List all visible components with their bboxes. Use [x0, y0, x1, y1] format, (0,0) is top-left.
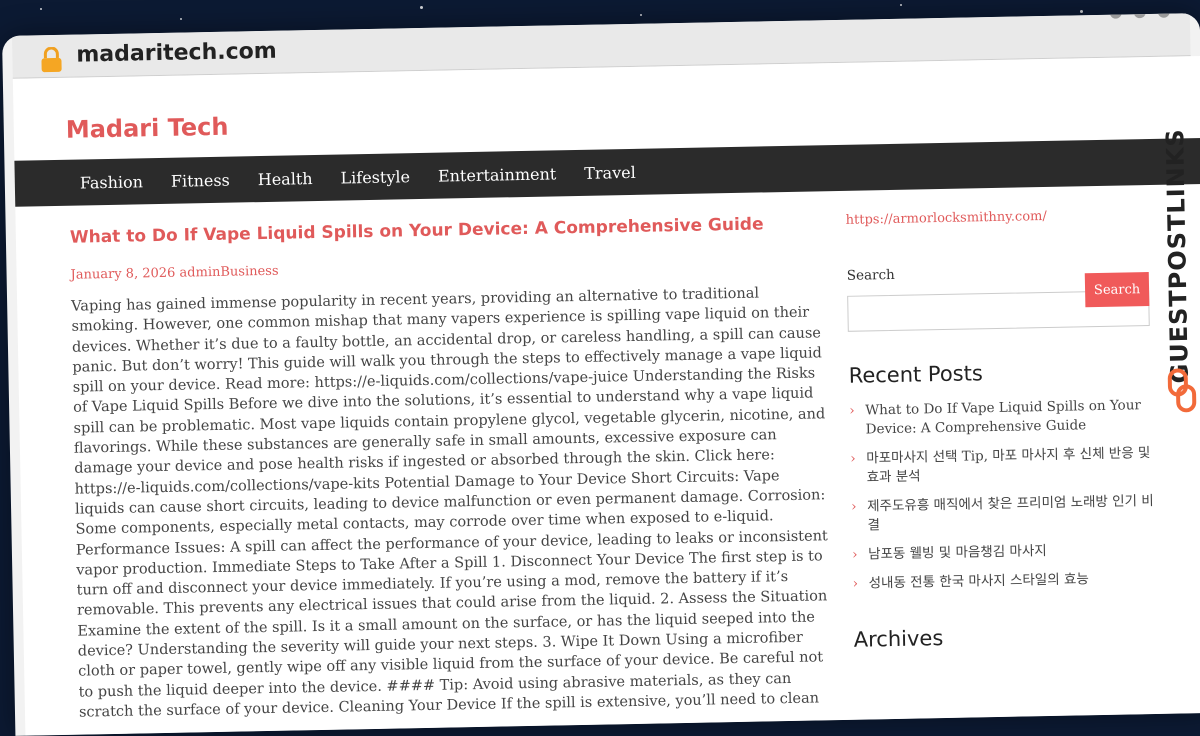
- link-chain-icon: [1167, 368, 1197, 413]
- window-controls: [1109, 13, 1170, 19]
- window-dot-icon[interactable]: [1133, 13, 1146, 19]
- star: [900, 4, 902, 6]
- recent-post-link[interactable]: What to Do If Vape Liquid Spills on Your…: [865, 397, 1141, 437]
- chevron-right-icon: ›: [850, 450, 856, 467]
- article-meta[interactable]: January 8, 2026 adminBusiness: [70, 253, 825, 283]
- article: What to Do If Vape Liquid Spills on Your…: [70, 213, 834, 723]
- article-body: Vaping has gained immense popularity in …: [71, 285, 828, 721]
- chevron-right-icon: ›: [851, 546, 858, 563]
- browser-window: madaritech.com Madari Tech Fashion Fitne…: [2, 13, 1200, 736]
- nav-item-lifestyle[interactable]: Lifestyle: [340, 167, 410, 187]
- recent-post-item[interactable]: › What to Do If Vape Liquid Spills on You…: [849, 396, 1160, 440]
- window-dot-icon[interactable]: [1157, 13, 1170, 18]
- lock-icon: [41, 46, 62, 73]
- recent-post-item[interactable]: › 제주도유흥 매직에서 찾은 프리미엄 노래방 인기 비결: [851, 492, 1162, 536]
- search-widget: Search: [847, 272, 1158, 332]
- guestpostlinks-logo: GUESTPOSTLINKS: [1160, 114, 1200, 415]
- recent-post-link[interactable]: 성내동 전통 한국 마사지 스타일의 효능: [869, 571, 1089, 591]
- nav-item-entertainment[interactable]: Entertainment: [438, 164, 557, 185]
- archives-heading: Archives: [853, 626, 944, 652]
- recent-post-item[interactable]: › 마포마사지 선택 Tip, 마포 마사지 후 신체 반응 및 효과 분석: [850, 444, 1161, 488]
- sidebar: https://armorlocksmithny.com/ Search Sea…: [846, 207, 1165, 666]
- recent-post-link[interactable]: 남포동 웰빙 및 마음챙김 마사지: [868, 543, 1047, 562]
- window-dot-icon[interactable]: [1109, 13, 1122, 19]
- search-button[interactable]: Search: [1084, 272, 1150, 308]
- url-text[interactable]: madaritech.com: [76, 39, 277, 68]
- recent-posts-list: › What to Do If Vape Liquid Spills on You…: [849, 396, 1163, 594]
- chevron-right-icon: ›: [851, 498, 857, 515]
- star: [640, 14, 642, 16]
- star: [180, 18, 182, 20]
- article-title[interactable]: What to Do If Vape Liquid Spills on Your…: [70, 213, 825, 247]
- sidebar-link[interactable]: https://armorlocksmithny.com/: [846, 207, 1156, 228]
- web-page: Madari Tech Fashion Fitness Health Lifes…: [12, 55, 1200, 736]
- nav-item-fitness[interactable]: Fitness: [171, 170, 230, 190]
- watermark-text: GUESTPOSTLINKS: [1160, 128, 1194, 384]
- recent-post-link[interactable]: 마포마사지 선택 Tip, 마포 마사지 후 신체 반응 및 효과 분석: [866, 445, 1150, 485]
- recent-posts-heading: Recent Posts: [848, 361, 984, 388]
- chevron-right-icon: ›: [852, 575, 859, 592]
- star: [40, 8, 42, 10]
- main-nav: Fashion Fitness Health Lifestyle Enterta…: [14, 137, 1200, 207]
- star: [420, 6, 423, 9]
- star: [1080, 10, 1083, 13]
- nav-item-health[interactable]: Health: [258, 169, 313, 189]
- chevron-right-icon: ›: [849, 402, 855, 419]
- recent-post-item[interactable]: › 남포동 웰빙 및 마음챙김 마사지: [852, 540, 1162, 565]
- nav-item-fashion[interactable]: Fashion: [80, 172, 143, 192]
- site-title[interactable]: Madari Tech: [66, 113, 229, 144]
- recent-post-link[interactable]: 제주도유흥 매직에서 찾은 프리미엄 노래방 인기 비결: [867, 493, 1154, 533]
- nav-item-travel[interactable]: Travel: [584, 162, 636, 182]
- recent-post-item[interactable]: › 성내동 전통 한국 마사지 스타일의 효능: [852, 569, 1162, 594]
